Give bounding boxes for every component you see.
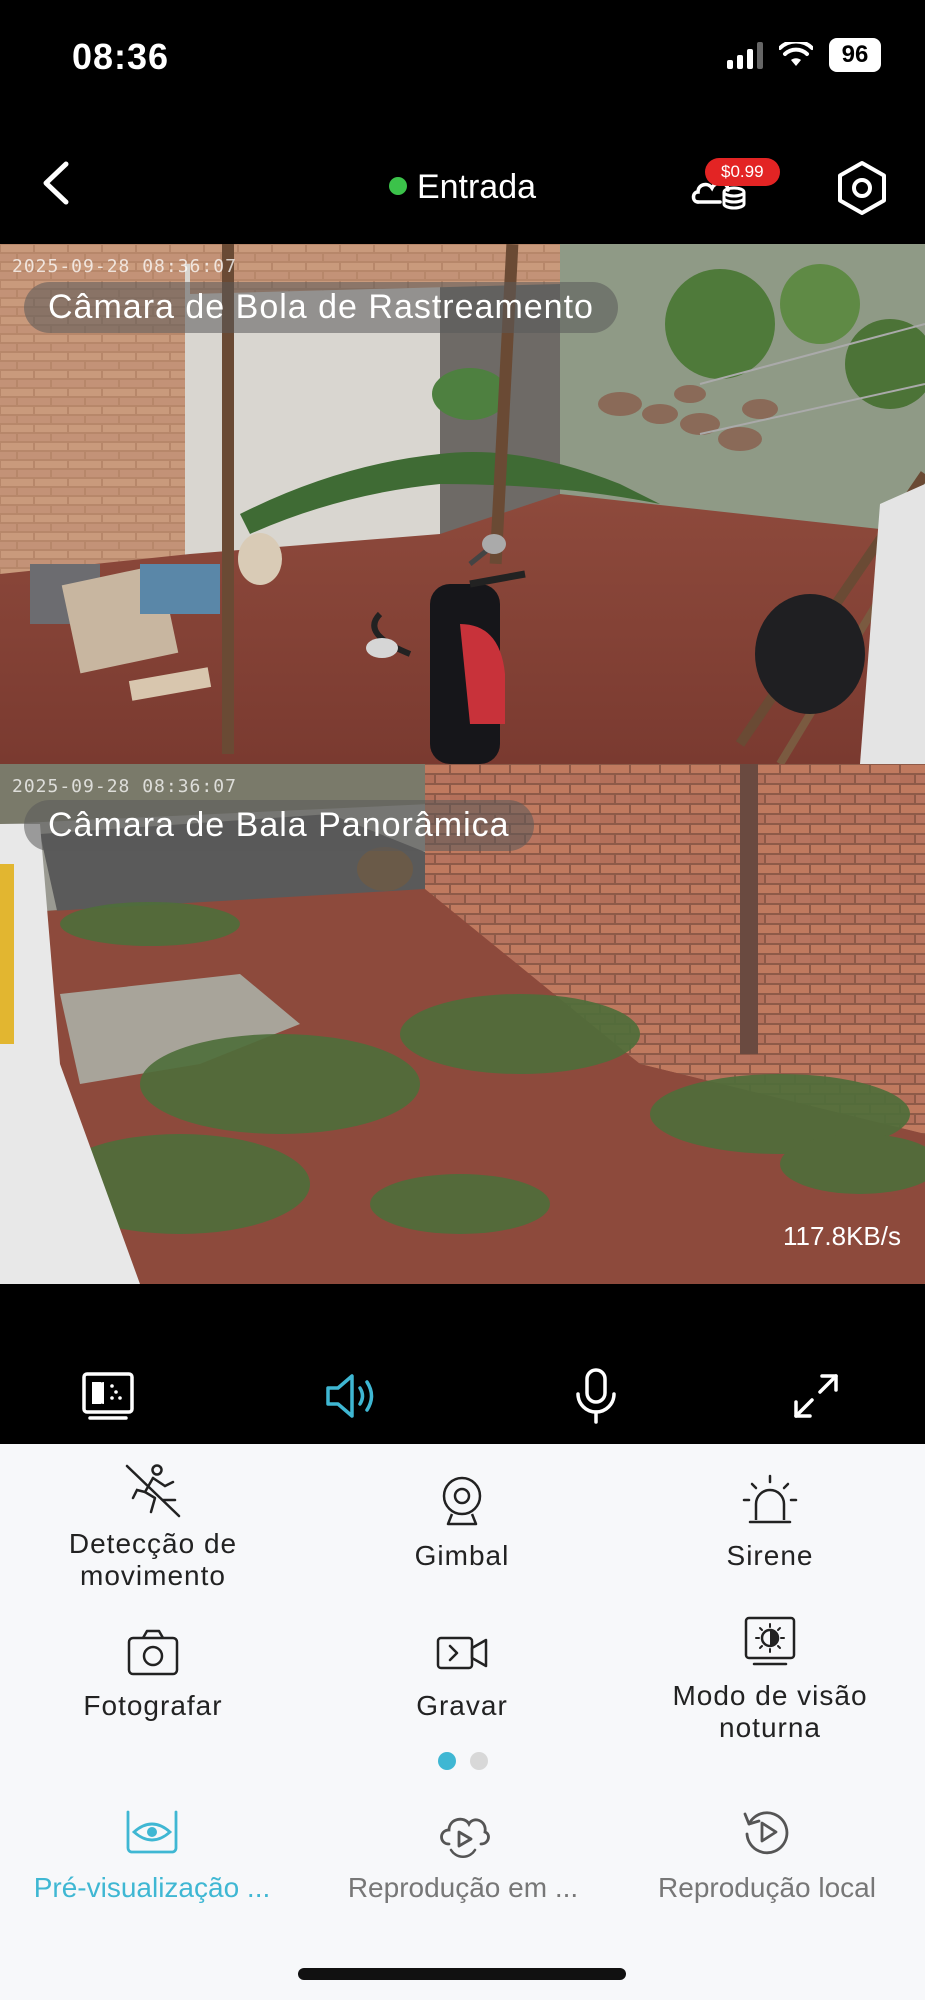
bitrate-readout: 117.8KB/s xyxy=(782,1221,901,1251)
fullscreen-icon[interactable] xyxy=(784,1364,848,1428)
motion-detection-icon xyxy=(125,1464,181,1518)
local-playback-icon xyxy=(743,1811,789,1855)
tab-local-playback-label: Reprodução local xyxy=(658,1872,876,1903)
siren-label: Sirene xyxy=(726,1540,814,1571)
camera-feed-tracking[interactable]: 2025-09-28 08:36:07 Câmara de Bola de Ra… xyxy=(0,244,925,764)
settings-icon[interactable] xyxy=(832,158,892,218)
video-record-icon xyxy=(436,1636,488,1670)
night-vision-button[interactable]: Modo de visão noturna xyxy=(620,1612,920,1744)
status-indicators: 96 xyxy=(727,38,881,72)
camera-icon xyxy=(127,1629,179,1676)
speaker-icon[interactable] xyxy=(320,1364,384,1428)
device-name: Entrada xyxy=(416,168,537,206)
feed-timestamp: 2025-09-28 08:36:07 xyxy=(12,256,237,277)
playback-controls xyxy=(0,1284,925,1444)
battery-indicator: 96 xyxy=(829,38,881,72)
status-time: 08:36 xyxy=(72,36,170,77)
price-badge[interactable]: $0.99 xyxy=(705,158,780,186)
camera-header: Entrada $0.99 xyxy=(0,120,925,244)
gimbal-label: Gimbal xyxy=(414,1540,510,1571)
feed-timestamp: 2025-09-28 08:36:07 xyxy=(12,776,237,797)
camera-feed-panoramic[interactable]: 2025-09-28 08:36:07 Câmara de Bala Panor… xyxy=(0,764,925,1284)
tab-live-preview[interactable]: Pré-visualização ... xyxy=(0,1804,307,1904)
eye-icon xyxy=(126,1810,178,1854)
device-title: Entrada xyxy=(0,168,925,207)
record-label: Gravar xyxy=(416,1690,508,1721)
home-indicator[interactable] xyxy=(298,1968,626,1980)
siren-button[interactable]: Sirene xyxy=(620,1472,920,1572)
status-bar: 08:36 96 xyxy=(0,0,925,120)
wifi-icon xyxy=(779,42,813,66)
page-dot-active[interactable] xyxy=(437,1752,456,1770)
camera-label: Câmara de Bola de Rastreamento xyxy=(24,282,618,333)
siren-icon xyxy=(742,1474,798,1524)
function-panel: Detecção de movimento Gimbal Sirene Foto… xyxy=(0,1444,925,2000)
cellular-signal-icon xyxy=(727,41,763,69)
picture-mode-icon[interactable] xyxy=(76,1364,140,1428)
tab-cloud-playback-label: Reprodução em ... xyxy=(347,1872,579,1903)
page-dot[interactable] xyxy=(469,1752,488,1770)
gimbal-icon xyxy=(442,1476,482,1526)
tab-cloud-playback[interactable]: Reprodução em ... xyxy=(308,1804,618,1904)
tab-local-playback[interactable]: Reprodução local xyxy=(612,1804,922,1904)
microphone-icon[interactable] xyxy=(564,1364,628,1428)
night-vision-icon xyxy=(744,1616,796,1666)
camera-label: Câmara de Bala Panorâmica xyxy=(24,800,534,851)
motion-detection-label: Detecção de movimento xyxy=(68,1528,238,1591)
tab-live-preview-label: Pré-visualização ... xyxy=(33,1872,271,1903)
snapshot-button[interactable]: Fotografar xyxy=(3,1622,303,1722)
night-vision-label: Modo de visão noturna xyxy=(672,1680,868,1743)
record-button[interactable]: Gravar xyxy=(312,1622,612,1722)
gimbal-button[interactable]: Gimbal xyxy=(312,1472,612,1572)
cloud-playback-icon xyxy=(440,1817,490,1859)
page-indicator xyxy=(0,1752,925,1775)
online-status-dot xyxy=(388,177,407,195)
motion-detection-button[interactable]: Detecção de movimento xyxy=(3,1460,303,1592)
snapshot-label: Fotografar xyxy=(83,1690,223,1721)
